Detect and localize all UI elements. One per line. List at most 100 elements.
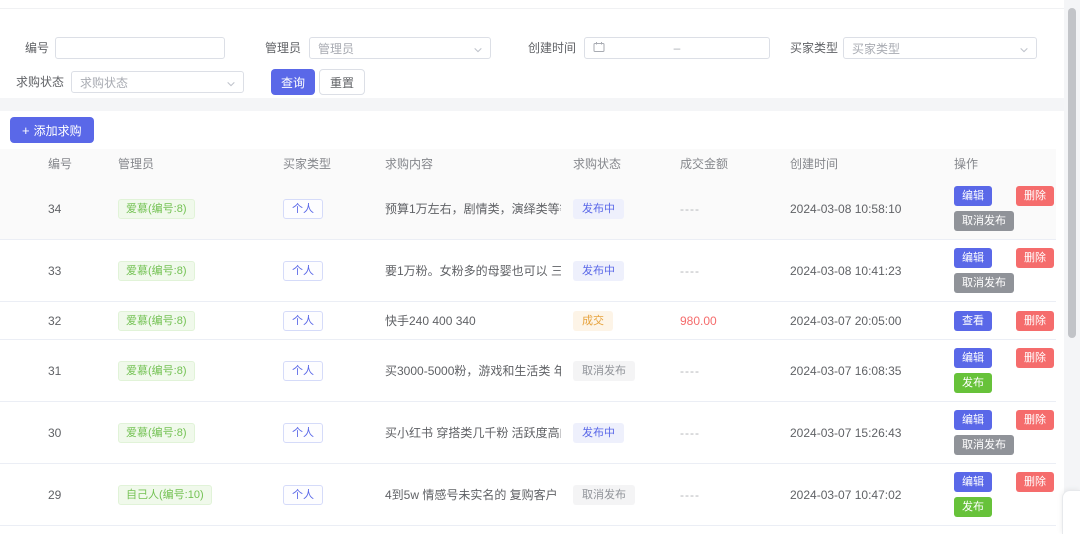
- delete-button[interactable]: 删除: [1016, 186, 1054, 206]
- purchase-request-admin-page: 编号 管理员 管理员 创建时间 – 买家类型 买家类型 求购状态 求购状态: [0, 0, 1080, 534]
- unpublish-button[interactable]: 取消发布: [954, 211, 1014, 231]
- delete-button[interactable]: 删除: [1016, 410, 1054, 430]
- unpublish-button[interactable]: 取消发布: [954, 435, 1014, 455]
- chevron-down-icon: [473, 44, 483, 58]
- content-cell: 要1万粉。女粉多的母婴也可以 三无或者违规...: [373, 262, 561, 279]
- id-filter-input[interactable]: [55, 37, 225, 59]
- buyer-type-select[interactable]: 买家类型: [843, 37, 1037, 59]
- actions-cell: 编辑 删除取消发布: [942, 402, 1056, 463]
- column-header-6: 创建时间: [778, 155, 942, 172]
- buyer-select-placeholder: 买家类型: [852, 40, 900, 57]
- id-filter-label: 编号: [25, 37, 49, 59]
- purchase-list-card: +添加求购 编号管理员买家类型求购内容求购状态成交金额创建时间操作 34爱慕(编…: [0, 111, 1064, 534]
- status-tag: 取消发布: [573, 361, 635, 381]
- chevron-down-icon: [1019, 44, 1029, 58]
- created-time-cell: 2024-03-08 10:58:10: [778, 202, 942, 216]
- content-cell: 买3000-5000粉，游戏和生活类 年轻粉男女平等: [373, 362, 561, 379]
- row-id-cell: 31: [0, 364, 106, 378]
- action-buttons: 编辑 删除发布: [954, 340, 1056, 401]
- table-body: 34 爱慕(编号:8) 个人 预算1万左右，剧情类，演绎类等等 重度活跃... 发布中 -…: [0, 178, 1056, 534]
- view-button[interactable]: 查看: [954, 311, 992, 331]
- amount-cell: ----: [668, 426, 778, 440]
- created-date-range[interactable]: –: [584, 37, 770, 59]
- column-header-2: 买家类型: [271, 155, 373, 172]
- status-cell: 成交: [561, 311, 668, 331]
- amount-cell: ----: [668, 202, 778, 216]
- content-cell: 预算1万左右，剧情类，演绎类等等 重度活跃...: [373, 200, 561, 217]
- created-time-cell: 2024-03-07 20:05:00: [778, 314, 942, 328]
- status-tag: 发布中: [573, 199, 624, 219]
- table-row: 28自己人(编号:10)个人15w 粉丝 不看画像 价格低于8K 实名更改或者.…: [0, 526, 1056, 534]
- status-tag: 发布中: [573, 261, 624, 281]
- admin-cell: 爱慕(编号:8): [106, 361, 271, 381]
- edit-button[interactable]: 编辑: [954, 410, 992, 430]
- status-filter-select[interactable]: 求购状态: [71, 71, 244, 93]
- buyer-filter-label: 买家类型: [790, 37, 838, 59]
- buyer-type-cell: 个人: [271, 485, 373, 505]
- deal-amount: ----: [680, 426, 700, 440]
- amount-cell: 980.00: [668, 314, 778, 328]
- unpublish-button[interactable]: 取消发布: [954, 273, 1014, 293]
- scrollbar-thumb[interactable]: [1068, 8, 1076, 338]
- row-id-cell: 29: [0, 488, 106, 502]
- publish-button[interactable]: 发布: [954, 497, 992, 517]
- delete-button[interactable]: 删除: [1016, 248, 1054, 268]
- status-filter-label: 求购状态: [16, 71, 64, 93]
- row-id-cell: 34: [0, 202, 106, 216]
- delete-button[interactable]: 删除: [1016, 348, 1054, 368]
- status-cell: 发布中: [561, 199, 668, 219]
- column-header-3: 求购内容: [373, 155, 561, 172]
- actions-cell: 编辑 删除发布: [942, 464, 1056, 525]
- status-tag: 取消发布: [573, 485, 635, 505]
- buyer-type-tag: 个人: [283, 261, 323, 281]
- buyer-type-tag: 个人: [283, 485, 323, 505]
- buyer-type-cell: 个人: [271, 199, 373, 219]
- buyer-type-tag: 个人: [283, 199, 323, 219]
- admin-cell: 爱慕(编号:8): [106, 311, 271, 331]
- admin-cell: 爱慕(编号:8): [106, 261, 271, 281]
- edit-button[interactable]: 编辑: [954, 248, 992, 268]
- row-id-cell: 32: [0, 314, 106, 328]
- action-buttons: 编辑删除取消发布: [954, 526, 1056, 534]
- status-cell: 发布中: [561, 261, 668, 281]
- edit-button[interactable]: 编辑: [954, 186, 992, 206]
- add-purchase-button[interactable]: + 添加求购: [10, 117, 94, 143]
- action-buttons: 编辑 删除取消发布: [954, 402, 1056, 463]
- admin-cell: 爱慕(编号:8): [106, 423, 271, 443]
- add-purchase-label: 添加求购: [34, 124, 82, 138]
- deal-amount: ----: [680, 488, 700, 502]
- table-row: 33爱慕(编号:8)个人要1万粉。女粉多的母婴也可以 三无或者违规...发布中-…: [0, 240, 1056, 302]
- plus-icon: +: [22, 123, 30, 138]
- reset-button[interactable]: 重置: [319, 69, 365, 95]
- date-range-separator: –: [585, 41, 769, 55]
- content-cell: 快手240 400 340: [373, 312, 561, 329]
- amount-cell: ----: [668, 364, 778, 378]
- table-row: 32 爱慕(编号:8) 个人快手240 400 340 成交 980.002024-03…: [0, 302, 1056, 340]
- buyer-type-cell: 个人: [271, 361, 373, 381]
- admin-tag: 爱慕(编号:8): [118, 311, 195, 331]
- admin-filter-select[interactable]: 管理员: [309, 37, 491, 59]
- status-cell: 取消发布: [561, 485, 668, 505]
- amount-cell: ----: [668, 488, 778, 502]
- actions-cell: 查看 删除: [942, 303, 1056, 339]
- created-time-cell: 2024-03-07 10:47:02: [778, 488, 942, 502]
- delete-button[interactable]: 删除: [1016, 472, 1054, 492]
- status-cell: 取消发布: [561, 361, 668, 381]
- edit-button[interactable]: 编辑: [954, 348, 992, 368]
- deal-amount: ----: [680, 264, 700, 278]
- buyer-type-tag: 个人: [283, 361, 323, 381]
- edit-button[interactable]: 编辑: [954, 472, 992, 492]
- filter-bar: 编号 管理员 管理员 创建时间 – 买家类型 买家类型 求购状态 求购状态: [0, 10, 1064, 98]
- status-tag: 成交: [573, 311, 613, 331]
- vertical-scrollbar[interactable]: [1064, 0, 1080, 534]
- table-row: 29自己人(编号:10)个人4到5w 情感号未实名的 复购客户取消发布----2…: [0, 464, 1056, 526]
- delete-button[interactable]: 删除: [1016, 311, 1054, 331]
- publish-button[interactable]: 发布: [954, 373, 992, 393]
- admin-tag: 爱慕(编号:8): [118, 261, 195, 281]
- actions-cell: 编辑 删除发布: [942, 340, 1056, 401]
- content-cell: 买小红书 穿搭类几千粉 活跃度高的: [373, 424, 561, 441]
- column-header-5: 成交金额: [668, 155, 778, 172]
- query-button[interactable]: 查询: [271, 69, 315, 95]
- created-filter-label: 创建时间: [528, 37, 576, 59]
- buyer-type-cell: 个人: [271, 311, 373, 331]
